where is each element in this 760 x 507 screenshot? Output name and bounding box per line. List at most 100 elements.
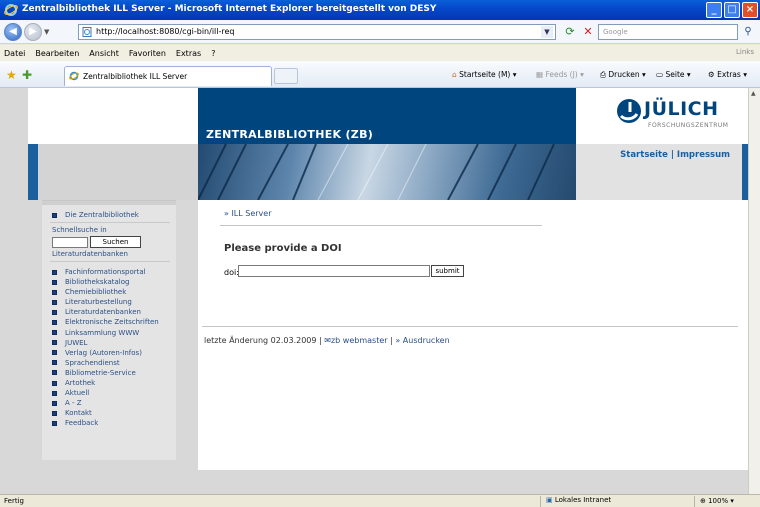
sidebar-item-linksammlung[interactable]: Linksammlung WWW: [52, 328, 159, 338]
banner-title: ZENTRALBIBLIOTHEK (ZB): [206, 128, 374, 141]
links-toolbar[interactable]: Links: [736, 48, 754, 56]
page-title: Please provide a DOI: [224, 243, 342, 254]
search-button[interactable]: Suchen: [90, 236, 141, 248]
main-content: » ILL Server Please provide a DOI doi: s…: [198, 200, 748, 470]
sidebar-item-bibliothekskatalog[interactable]: Bibliothekskatalog: [52, 277, 159, 287]
back-button[interactable]: ◀: [4, 23, 22, 41]
doi-field[interactable]: [238, 265, 430, 277]
forward-button[interactable]: ▶: [24, 23, 42, 41]
databases-label: Literaturdatenbanken: [52, 250, 128, 258]
top-links-panel: Startseite | Impressum: [576, 144, 748, 200]
page-button[interactable]: ▭ Seite ▾: [656, 70, 691, 79]
sidebar-item-kontakt[interactable]: Kontakt: [52, 408, 159, 418]
bullet-icon: [52, 400, 57, 406]
sidebar-item-feedback[interactable]: Feedback: [52, 418, 159, 428]
sidebar-item-fachinformationsportal[interactable]: Fachinformationsportal: [52, 267, 159, 277]
sidebar-item-bibliometrie[interactable]: Bibliometrie-Service: [52, 368, 159, 378]
bullet-icon: [52, 212, 57, 218]
sidebar-item-zeitschriften[interactable]: Elektronische Zeitschriften: [52, 317, 159, 327]
breadcrumb[interactable]: » ILL Server: [224, 209, 272, 218]
quick-search-input[interactable]: [52, 237, 88, 248]
sidebar-item-home[interactable]: Die Zentralbibliothek: [52, 211, 139, 219]
sidebar-item-artothek[interactable]: Artothek: [52, 378, 159, 388]
bullet-icon: [52, 420, 57, 426]
bullet-icon: [52, 289, 57, 295]
search-icon[interactable]: ⚲: [740, 24, 756, 40]
divider: [202, 326, 738, 327]
header-banner: ZENTRALBIBLIOTHEK (ZB): [198, 88, 576, 144]
submit-button[interactable]: submit: [431, 265, 464, 277]
bullet-icon: [52, 319, 57, 325]
vertical-scrollbar[interactable]: ▲: [748, 88, 760, 494]
menu-datei[interactable]: Datei: [4, 49, 25, 58]
print-link[interactable]: » Ausdrucken: [395, 336, 449, 345]
bullet-icon: [52, 350, 57, 356]
sidebar-item-literaturdatenbanken[interactable]: Literaturdatenbanken: [52, 307, 159, 317]
stop-icon[interactable]: ✕: [580, 24, 596, 40]
top-links[interactable]: Startseite | Impressum: [620, 150, 730, 160]
footer-separator: |: [390, 336, 393, 345]
left-band: [28, 144, 198, 200]
minimize-button[interactable]: _: [706, 2, 722, 18]
refresh-icon[interactable]: ⟳: [562, 24, 578, 40]
menu-help[interactable]: ?: [211, 49, 215, 58]
sidebar-nav: Fachinformationsportal Bibliothekskatalo…: [52, 267, 159, 429]
tab-label: Zentralbibliothek ILL Server: [83, 72, 188, 81]
command-bar: ★ ✚ Zentralbibliothek ILL Server ⌂ Start…: [0, 61, 760, 88]
bullet-icon: [52, 279, 57, 285]
logo-name: JÜLICH: [644, 98, 719, 120]
scroll-up-icon[interactable]: ▲: [751, 90, 756, 97]
gear-icon: ⚙: [708, 70, 718, 79]
window-title: Zentralbibliothek ILL Server - Microsoft…: [22, 4, 437, 14]
tab-zentralbibliothek[interactable]: Zentralbibliothek ILL Server: [64, 66, 272, 86]
divider: [50, 222, 170, 223]
bullet-icon: [52, 330, 57, 336]
divider: [220, 225, 542, 226]
page-viewport: ZENTRALBIBLIOTHEK (ZB) JÜLICH FORSCHUNGS…: [0, 88, 748, 494]
divider: [540, 496, 541, 507]
divider: [694, 496, 695, 507]
bullet-icon: [52, 360, 57, 366]
sidebar-item-aktuell[interactable]: Aktuell: [52, 388, 159, 398]
search-input[interactable]: Google: [598, 24, 738, 40]
favorites-star-icon[interactable]: ★: [6, 68, 17, 82]
bullet-icon: [52, 309, 57, 315]
print-button[interactable]: ⎙ Drucken ▾: [600, 70, 646, 80]
sidebar-item-literaturbestellung[interactable]: Literaturbestellung: [52, 297, 159, 307]
zoom-control[interactable]: ⊕ 100% ▾: [700, 497, 734, 505]
zoom-icon: ⊕: [700, 497, 709, 505]
address-bar[interactable]: http://localhost:8080/cgi-bin/ill-req ▼: [78, 24, 556, 40]
bullet-icon: [52, 269, 57, 275]
new-tab-button[interactable]: [274, 68, 298, 84]
home-button[interactable]: ⌂ Startseite (M) ▾: [452, 70, 517, 79]
add-favorite-icon[interactable]: ✚: [22, 68, 32, 82]
page-bottom: [0, 470, 748, 494]
last-modified: letzte Änderung 02.03.2009 |: [204, 336, 322, 345]
sidebar-item-juwel[interactable]: JUWEL: [52, 338, 159, 348]
close-button[interactable]: ×: [742, 2, 758, 18]
url-text[interactable]: http://localhost:8080/cgi-bin/ill-req: [96, 27, 235, 36]
tools-button[interactable]: ⚙ Extras ▾: [708, 70, 747, 79]
menu-bearbeiten[interactable]: Bearbeiten: [35, 49, 79, 58]
sidebar-item-a-z[interactable]: A - Z: [52, 398, 159, 408]
window-controls: _ □ ×: [706, 2, 758, 18]
juelich-logo[interactable]: JÜLICH FORSCHUNGSZENTRUM: [576, 88, 748, 144]
architecture-image: [198, 144, 555, 200]
menu-ansicht[interactable]: Ansicht: [89, 49, 119, 58]
doi-label: doi:: [224, 268, 239, 277]
history-dropdown-icon[interactable]: ▼: [44, 28, 49, 36]
bullet-icon: [52, 340, 57, 346]
logo-subtitle: FORSCHUNGSZENTRUM: [648, 122, 729, 129]
header-photo: [198, 144, 576, 200]
bullet-icon: [52, 299, 57, 305]
maximize-button[interactable]: □: [724, 2, 740, 18]
internet-explorer-icon: [69, 71, 79, 81]
address-dropdown-icon[interactable]: ▼: [541, 26, 553, 38]
menu-favoriten[interactable]: Favoriten: [129, 49, 166, 58]
feeds-button[interactable]: ▦ Feeds (J) ▾: [536, 70, 584, 79]
sidebar-item-chemiebibliothek[interactable]: Chemiebibliothek: [52, 287, 159, 297]
sidebar-item-verlag[interactable]: Verlag (Autoren-Infos): [52, 348, 159, 358]
menu-extras[interactable]: Extras: [176, 49, 201, 58]
sidebar-item-sprachendienst[interactable]: Sprachendienst: [52, 358, 159, 368]
webmaster-link[interactable]: zb webmaster: [331, 336, 388, 345]
